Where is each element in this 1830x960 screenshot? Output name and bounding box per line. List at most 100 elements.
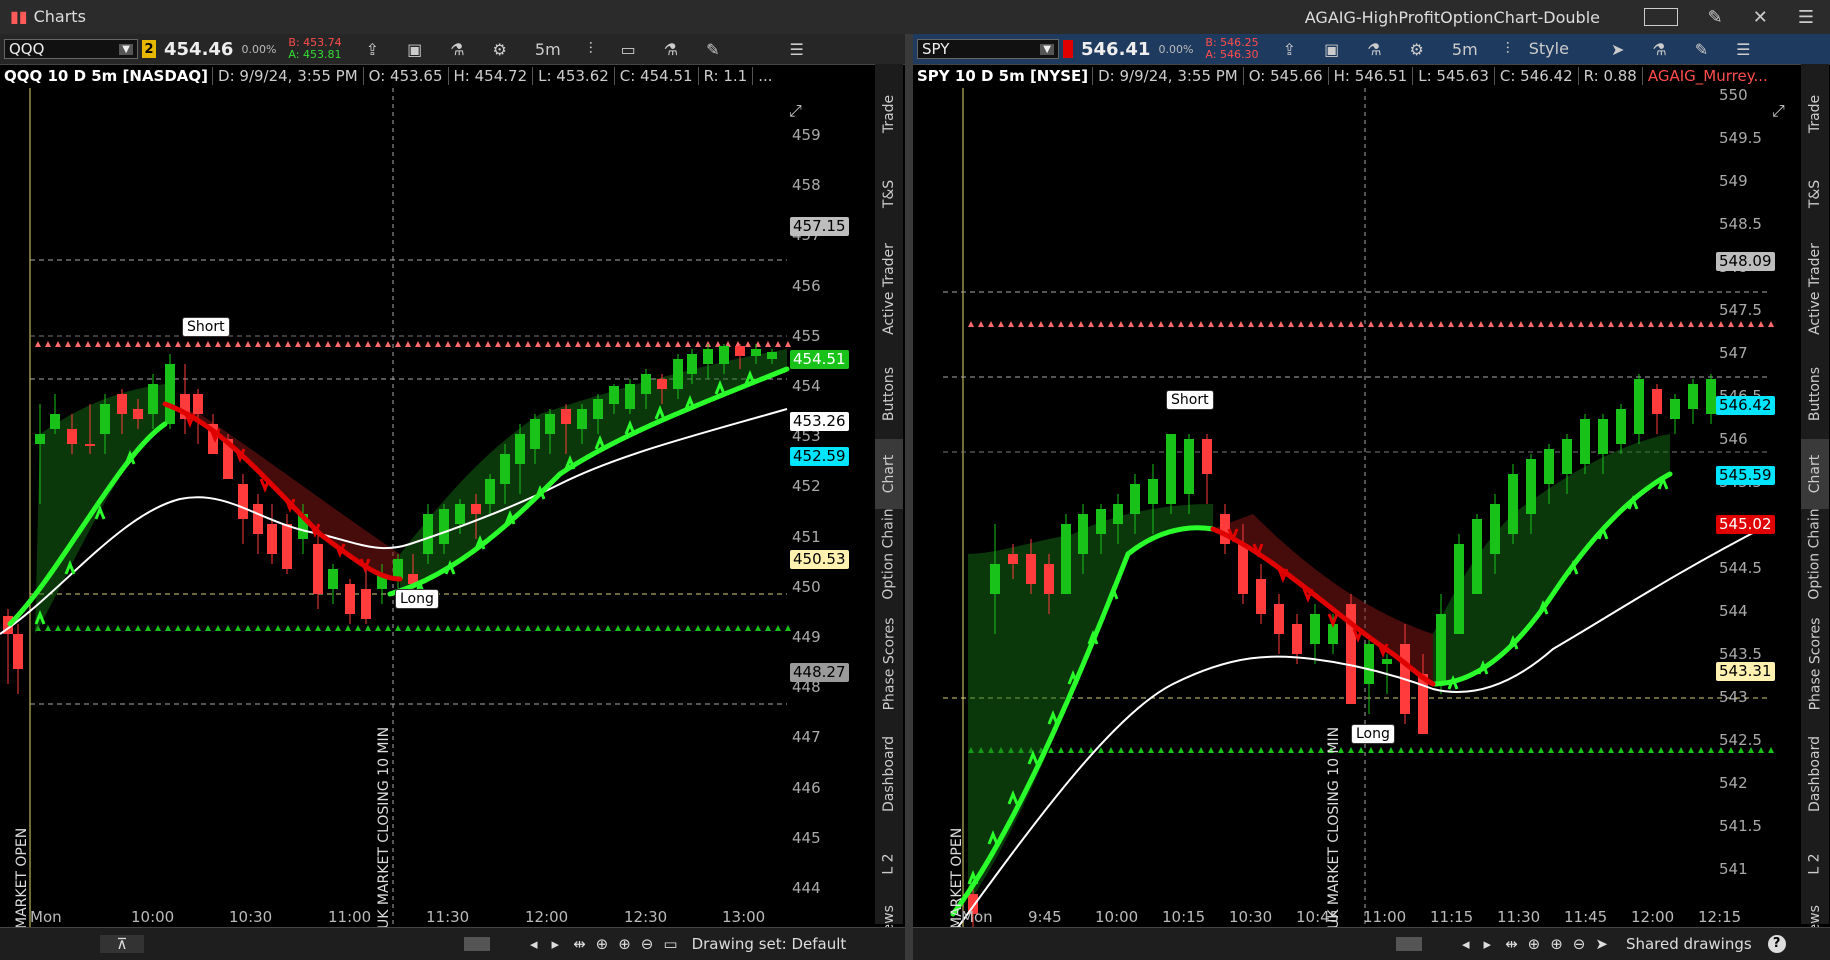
scroll-left-icon[interactable]: ◂ [1462, 935, 1470, 953]
candle-body [719, 346, 729, 364]
candle-body [530, 419, 540, 449]
scroll-thumb[interactable] [464, 937, 490, 951]
candle-body [751, 349, 761, 356]
market-open-label: MARKET OPEN [14, 827, 30, 929]
zoom-in-icon[interactable]: ⊕ [618, 935, 631, 953]
left-side-tabs: Trade T&S Active Trader Buttons Chart Option … [875, 64, 903, 943]
crosshair-toggle-icon[interactable]: ⤢ [789, 101, 802, 120]
pan-icon[interactable]: ⇹ [1505, 935, 1518, 953]
candle-body [313, 544, 323, 594]
left-drawing-set[interactable]: Drawing set: Default [692, 935, 847, 953]
right-price-marker: 548.09 [1716, 252, 1775, 271]
candle-body [593, 399, 603, 419]
side-tab-dashboard[interactable]: Dashboard [875, 724, 903, 824]
side-tab-label: Buttons [881, 366, 898, 422]
left-price-marker: 454.51 [790, 350, 849, 369]
scroll-right-icon[interactable]: ▸ [552, 935, 560, 953]
left-time-tick: 10:00 [131, 908, 175, 926]
layout-icon[interactable] [1643, 8, 1678, 26]
candle-body [1526, 459, 1536, 514]
candle-body [1061, 524, 1071, 594]
candle-body [1256, 579, 1266, 614]
drawing-box-icon[interactable]: ▭ [663, 935, 677, 953]
scroll-thumb[interactable] [1396, 937, 1422, 951]
scroll-right-icon[interactable]: ▸ [1484, 935, 1492, 953]
left-price-marker: 448.27 [790, 663, 849, 682]
side-tab-buttons[interactable]: Buttons [875, 349, 903, 439]
crosshair-icon[interactable]: ⊕ [596, 935, 609, 953]
left-time-tick: 12:30 [624, 908, 668, 926]
scroll-left-icon[interactable]: ◂ [530, 935, 538, 953]
side-tab-phase-scores[interactable]: Phase Scores [875, 604, 903, 724]
crosshair-toggle-icon[interactable]: ⤢ [1772, 101, 1785, 120]
candle-body [1472, 519, 1482, 594]
candle-body [990, 564, 1000, 594]
right-price-tick: 546 [1719, 430, 1748, 448]
side-tab-label: Option Chain [881, 508, 898, 600]
pane-divider[interactable] [905, 34, 913, 960]
side-tab-label: Option Chain [1807, 508, 1824, 600]
right-time-tick: Mon [961, 908, 993, 926]
left-time-tick: 10:30 [229, 908, 273, 926]
menu-icon[interactable]: ☰ [1798, 7, 1814, 28]
left-time-tick: Mon [30, 908, 62, 926]
right-price-tick: 549.5 [1719, 129, 1762, 147]
side-tab-trade[interactable]: Trade [1801, 79, 1829, 149]
left-price-marker: 457.15 [790, 217, 849, 236]
candle-body [561, 409, 571, 424]
side-tab-buttons[interactable]: Buttons [1801, 349, 1829, 439]
side-tab-trade[interactable]: Trade [875, 79, 903, 149]
side-tab-label: Chart [881, 454, 898, 494]
zoom-out-icon[interactable]: ⊖ [1573, 935, 1586, 953]
side-tab-phase-scores[interactable]: Phase Scores [1801, 604, 1829, 724]
candle-body [361, 589, 371, 619]
zoom-in-icon[interactable]: ⊕ [1550, 935, 1563, 953]
crosshair-icon[interactable]: ⊕ [1528, 935, 1541, 953]
side-tab-l-2[interactable]: L 2 [875, 839, 903, 889]
side-tab-t-s[interactable]: T&S [1801, 159, 1829, 229]
side-tab-label: Trade [881, 94, 897, 134]
candle-body [471, 504, 481, 514]
zoom-out-icon[interactable]: ⊖ [641, 935, 654, 953]
left-price-marker: 453.26 [790, 412, 849, 431]
candle-body [687, 354, 697, 374]
right-drawing-set[interactable]: Shared drawings [1626, 935, 1752, 953]
right-price-tick: 549 [1719, 172, 1748, 190]
side-tab-label: L 2 [880, 853, 897, 875]
left-price-chart[interactable]: ⤢ [0, 34, 905, 934]
candle-body [267, 524, 277, 554]
left-price-tick: 450 [792, 577, 821, 596]
left-price-tick: 454 [792, 377, 821, 395]
left-bottom-bar: ⊼ ◂ ▸ ⇹ ⊕ ⊕ ⊖ ▭ Drawing set: Default [0, 927, 905, 960]
charts-tab[interactable]: ▮▮ Charts [0, 0, 96, 32]
candle-body [148, 384, 158, 414]
side-tab-t-s[interactable]: T&S [875, 159, 903, 229]
side-tab-label: T&S [1807, 179, 1824, 209]
close-icon[interactable]: ✕ [1753, 7, 1768, 28]
candle-body [1184, 439, 1194, 494]
side-tab-l-2[interactable]: L 2 [1801, 839, 1829, 889]
right-price-marker: 545.59 [1716, 466, 1775, 485]
help-icon[interactable]: ? [1767, 935, 1786, 953]
candle-body [1652, 389, 1662, 414]
candle-body [1364, 644, 1374, 684]
left-time-tick: 13:00 [722, 908, 766, 926]
right-price-marker: 543.31 [1716, 662, 1775, 681]
candle-body [13, 634, 23, 669]
side-tab-option-chain[interactable]: Option Chain [1801, 499, 1829, 609]
cursor-icon[interactable]: ➤ [1595, 935, 1608, 953]
candle-body [767, 352, 777, 359]
side-tab-dashboard[interactable]: Dashboard [1801, 724, 1829, 824]
side-tab-active-trader[interactable]: Active Trader [875, 229, 903, 349]
side-tab-label: L 2 [1806, 853, 1823, 875]
right-price-chart[interactable]: ⤢ [913, 34, 1830, 934]
left-price-tick: 449 [792, 628, 821, 646]
pan-icon[interactable]: ⇹ [573, 935, 586, 953]
candle-body [1382, 659, 1392, 664]
collapse-icon[interactable]: ⊼ [100, 935, 144, 953]
side-tab-option-chain[interactable]: Option Chain [875, 499, 903, 609]
pin-icon[interactable]: ✎ [1708, 7, 1723, 28]
left-price-tick: 444 [792, 879, 821, 897]
right-side-tabs: Trade T&S Active Trader Buttons Chart Option … [1801, 64, 1829, 943]
side-tab-active-trader[interactable]: Active Trader [1801, 229, 1829, 349]
